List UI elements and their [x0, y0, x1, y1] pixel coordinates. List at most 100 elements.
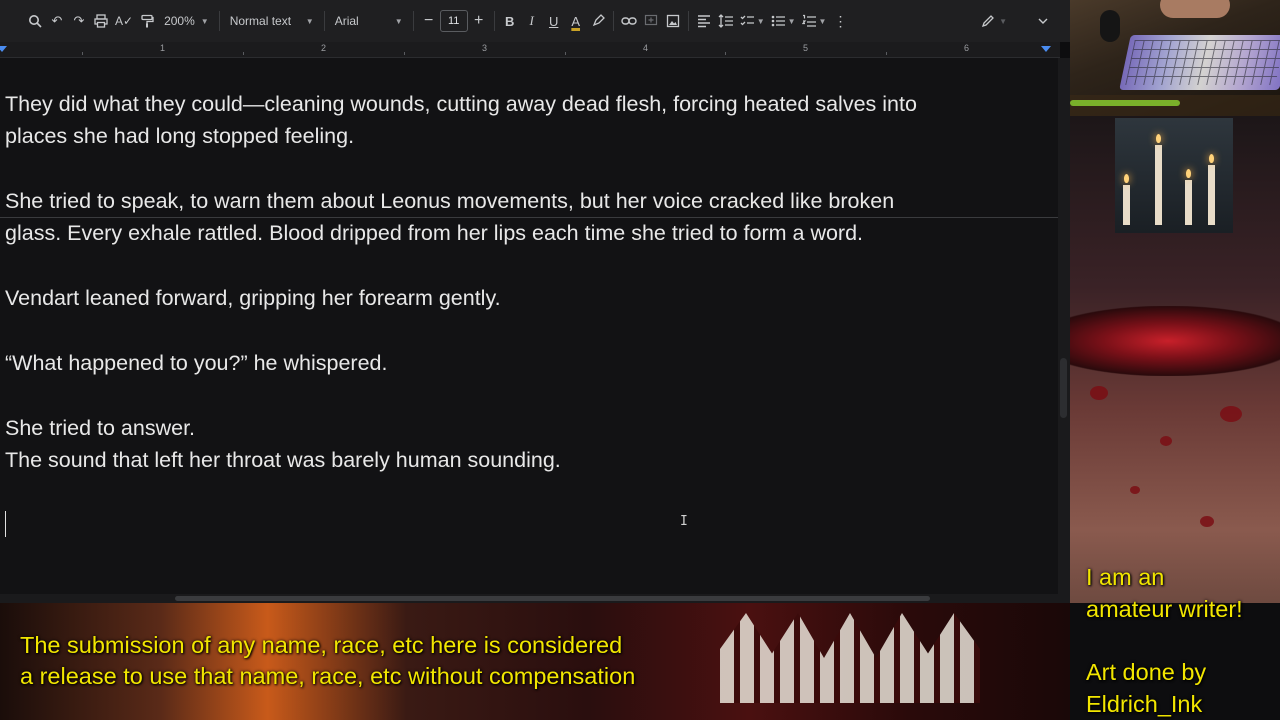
- left-indent-marker[interactable]: [0, 46, 7, 52]
- blood-splatter: [1160, 436, 1172, 446]
- text-caret: [5, 511, 6, 537]
- blood-splatter: [1090, 386, 1108, 400]
- insert-link-icon[interactable]: [618, 8, 640, 34]
- candle-flame: [1209, 154, 1214, 163]
- ruler-number: 1: [160, 43, 166, 53]
- blood-splatter: [1130, 486, 1140, 494]
- teeth-artwork: [720, 613, 980, 703]
- ruler-tick: [404, 52, 405, 55]
- zoom-value: 200%: [164, 14, 195, 28]
- bold-icon[interactable]: B: [499, 8, 521, 34]
- ruler-number: 3: [482, 43, 488, 53]
- document-paragraph[interactable]: glass. Every exhale rattled. Blood dripp…: [5, 217, 863, 250]
- candle: [1208, 165, 1215, 225]
- toolbar-divider: [323, 11, 325, 31]
- document-paragraph[interactable]: Vendart leaned forward, gripping her for…: [5, 282, 501, 315]
- text-color-icon[interactable]: A: [565, 8, 587, 34]
- ruler-tick: [243, 52, 244, 55]
- toolbar-divider: [412, 11, 414, 31]
- font-select[interactable]: Arial ▼: [329, 14, 409, 28]
- ruler-tick: [886, 52, 887, 55]
- blood-splatter: [1200, 516, 1214, 527]
- increase-font-size-button[interactable]: +: [468, 8, 490, 34]
- paint-format-icon[interactable]: [136, 8, 158, 34]
- chevron-down-icon: ▼: [818, 16, 827, 26]
- paragraph-style-value: Normal text: [229, 14, 292, 28]
- more-options-icon[interactable]: ⋮: [829, 8, 851, 34]
- redo-icon[interactable]: ↷: [68, 8, 90, 34]
- toolbar-divider: [612, 11, 614, 31]
- align-icon[interactable]: [693, 8, 715, 34]
- candle-flame: [1156, 134, 1161, 143]
- vertical-scrollbar[interactable]: [1058, 58, 1070, 603]
- document-canvas[interactable]: They did what they could—cleaning wounds…: [0, 58, 1058, 594]
- decrease-font-size-button[interactable]: −: [418, 8, 440, 34]
- line-spacing-icon[interactable]: [715, 8, 737, 34]
- chevron-down-icon: ▼: [394, 16, 403, 26]
- chevron-down-icon: ▼: [999, 16, 1007, 26]
- search-menus-icon[interactable]: [24, 8, 46, 34]
- red-eye-artwork: [1070, 306, 1280, 376]
- side-artwork: [1070, 116, 1280, 603]
- underline-icon[interactable]: U: [543, 8, 565, 34]
- zoom-select[interactable]: 200% ▼: [158, 14, 215, 28]
- side-caption: I am an: [1086, 564, 1165, 590]
- editing-mode-icon[interactable]: ▼: [978, 8, 1010, 34]
- horizontal-ruler[interactable]: 1 2 3 4 5 6: [0, 42, 1060, 58]
- ruler-number: 2: [321, 43, 327, 53]
- italic-icon[interactable]: I: [521, 8, 543, 34]
- horizontal-scrollbar-thumb[interactable]: [175, 596, 930, 601]
- document-paragraph[interactable]: She tried to answer.: [5, 412, 195, 445]
- ruler-tick: [565, 52, 566, 55]
- highlight-icon[interactable]: [587, 8, 609, 34]
- toolbar-divider: [687, 11, 689, 31]
- numbered-list-icon[interactable]: ▼: [799, 8, 830, 34]
- candle: [1123, 185, 1130, 225]
- mouse-ibeam-cursor-icon: I: [680, 514, 688, 529]
- ruler-number: 6: [964, 43, 970, 53]
- editor-toolbar: ↶ ↷ A✓ 200% ▼ Normal text ▼ Arial ▼ − 11…: [0, 0, 1070, 42]
- undo-icon[interactable]: ↶: [46, 8, 68, 34]
- font-value: Arial: [334, 14, 359, 28]
- disclaimer-line: a release to use that name, race, etc wi…: [20, 663, 636, 689]
- ruler-number: 5: [803, 43, 809, 53]
- bulleted-list-icon[interactable]: ▼: [768, 8, 799, 34]
- add-comment-icon[interactable]: [640, 8, 662, 34]
- blood-splatter: [1220, 406, 1242, 422]
- candles-image: [1115, 118, 1233, 233]
- side-caption: Art done by: [1086, 659, 1207, 685]
- disclaimer-line: The submission of any name, race, etc he…: [20, 632, 623, 658]
- insert-image-icon[interactable]: [662, 8, 684, 34]
- font-size-value: 11: [447, 15, 460, 27]
- print-icon[interactable]: [90, 8, 112, 34]
- webcam-hand: [1160, 0, 1230, 18]
- candle: [1155, 145, 1162, 225]
- candle-flame: [1186, 169, 1191, 178]
- chevron-down-icon: ▼: [200, 16, 209, 26]
- document-paragraph[interactable]: places she had long stopped feeling.: [5, 120, 354, 153]
- webcam-keyboard-keys: [1125, 40, 1280, 85]
- right-indent-marker[interactable]: [1041, 46, 1051, 52]
- document-paragraph[interactable]: “What happened to you?” he whispered.: [5, 347, 387, 380]
- document-paragraph[interactable]: She tried to speak, to warn them about L…: [5, 185, 894, 218]
- ruler-tick: [82, 52, 83, 55]
- horizontal-scrollbar[interactable]: [0, 594, 1070, 603]
- webcam-feed: [1070, 0, 1280, 116]
- paragraph-style-select[interactable]: Normal text ▼: [224, 14, 320, 28]
- chevron-down-icon: ▼: [787, 16, 796, 26]
- font-size-input[interactable]: 11: [439, 10, 468, 32]
- webcam-mouse: [1100, 10, 1120, 42]
- webcam-cable: [1070, 100, 1180, 106]
- candle-flame: [1124, 174, 1129, 183]
- candle: [1185, 180, 1192, 225]
- chevron-down-icon: ▼: [756, 16, 765, 26]
- collapse-toolbar-icon[interactable]: [1032, 8, 1054, 34]
- document-paragraph[interactable]: The sound that left her throat was barel…: [5, 444, 561, 477]
- document-paragraph[interactable]: They did what they could—cleaning wounds…: [5, 88, 917, 121]
- vertical-scrollbar-thumb[interactable]: [1060, 358, 1067, 418]
- checklist-icon[interactable]: ▼: [737, 8, 768, 34]
- ruler-tick: [725, 52, 726, 55]
- bottom-banner: The submission of any name, race, etc he…: [0, 603, 1070, 720]
- spellcheck-icon[interactable]: A✓: [112, 8, 136, 34]
- toolbar-divider: [493, 11, 495, 31]
